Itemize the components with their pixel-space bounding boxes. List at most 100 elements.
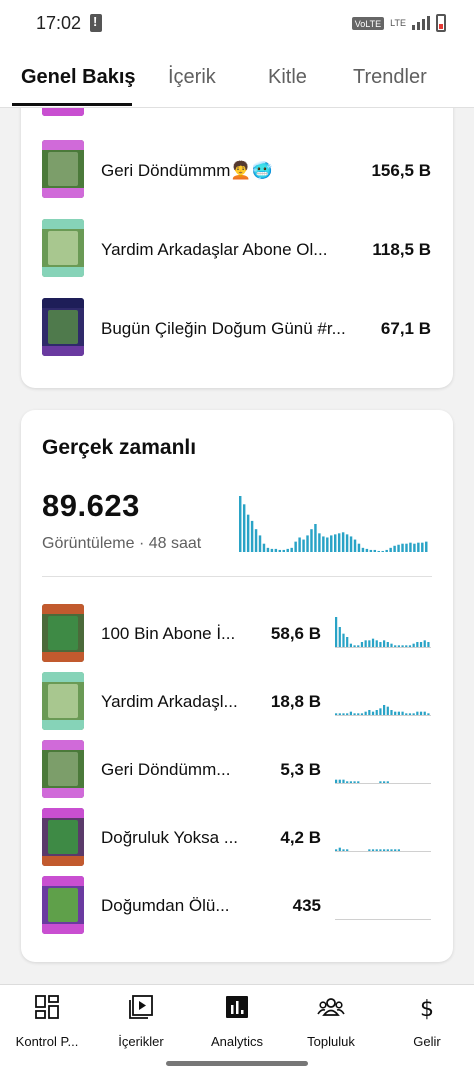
hourly-views-bar — [262, 543, 266, 552]
sparkline-bar — [427, 713, 430, 715]
sparkline-bar — [371, 849, 375, 851]
sparkline-bar — [394, 645, 397, 647]
status-time: 17:02 — [36, 13, 82, 33]
hourly-views-bar — [361, 547, 365, 552]
hourly-views-bar — [417, 542, 420, 552]
sparkline-bar — [364, 640, 367, 647]
sparkline-bar — [368, 710, 371, 715]
hourly-views-bar — [239, 496, 242, 552]
tab-bar: Genel Bakış İçerik Kitle Trendler — [0, 46, 474, 108]
video-sparkline — [335, 705, 431, 716]
tab-overview[interactable]: Genel Bakış — [21, 66, 136, 89]
hourly-views-bar — [322, 536, 325, 552]
sparkline-bar — [342, 633, 345, 647]
realtime-card: Gerçek zamanlı 89.623 Görüntüleme · 48 s… — [21, 410, 453, 962]
hourly-views-bar — [377, 550, 380, 552]
nav-community[interactable]: Topluluk — [286, 993, 376, 1049]
sparkline-bar — [386, 849, 389, 851]
hourly-views-bar — [294, 541, 297, 552]
nav-content[interactable]: İçerikler — [96, 993, 186, 1049]
tab-content[interactable]: İçerik — [168, 66, 216, 89]
active-tab-indicator — [12, 103, 132, 106]
home-indicator[interactable] — [166, 1061, 308, 1066]
sparkline-bar — [423, 711, 426, 715]
nav-analytics[interactable]: Analytics — [192, 993, 282, 1049]
video-views: 67,1 B — [380, 319, 431, 338]
video-thumbnail — [42, 672, 84, 730]
tab-audience[interactable]: Kitle — [268, 66, 307, 89]
sparkline-bar — [357, 713, 360, 715]
svg-text:$: $ — [420, 997, 434, 1021]
sparkline-bar — [335, 849, 338, 851]
sparkline-bar — [338, 779, 341, 783]
sparkline-bar — [335, 779, 338, 783]
sparkline-bar — [379, 849, 382, 851]
nav-label: Kontrol P... — [15, 1034, 79, 1049]
video-title: Yardim Arkadaşlar Abone Ol... — [101, 240, 328, 259]
sparkline-bar — [427, 642, 430, 647]
hourly-views-bar — [405, 543, 408, 552]
divider — [42, 576, 432, 577]
sparkline-bar — [342, 713, 345, 715]
sparkline-bar — [405, 713, 408, 715]
sparkline-bar — [349, 711, 352, 715]
nav-earn[interactable]: $ Gelir — [382, 993, 472, 1049]
sparkline-bar — [416, 642, 419, 647]
hourly-views-bar — [369, 549, 373, 552]
lte-icon: LTE — [390, 18, 406, 28]
video-thumbnail — [42, 298, 84, 356]
sparkline-bar — [408, 645, 412, 647]
hourly-views-bar — [314, 524, 317, 552]
sparkline-bar — [342, 779, 345, 783]
sparkline-bar — [357, 781, 360, 783]
video-thumbnail — [42, 740, 84, 798]
nav-dashboard[interactable]: Kontrol P... — [2, 993, 92, 1049]
realtime-bar-chart[interactable] — [239, 496, 429, 552]
sparkline-bar — [397, 645, 400, 647]
video-views: 5,3 B — [280, 760, 321, 779]
sparkline-bar — [383, 640, 386, 647]
realtime-subtitle: Görüntüleme · 48 saat — [42, 535, 202, 552]
video-title: Doğumdan Ölü... — [101, 896, 230, 915]
hourly-views-bar — [334, 534, 337, 552]
hourly-views-bar — [290, 547, 293, 552]
analytics-scroll-area[interactable]: Geri Döndümmm🧑‍🦱🥶 156,5 B Yardim Arkadaş… — [0, 108, 474, 984]
sparkline-bar — [390, 643, 393, 647]
sparkline-bar — [383, 849, 386, 851]
hourly-views-bar — [318, 533, 321, 552]
hourly-views-bar — [421, 542, 424, 552]
battery-icon — [436, 14, 446, 32]
video-sparkline — [335, 919, 431, 920]
sparkline-bar — [346, 713, 349, 715]
hourly-views-bar — [254, 529, 258, 552]
hourly-views-bar — [298, 537, 301, 552]
video-title: Geri Döndümmm🧑‍🦱🥶 — [101, 161, 273, 180]
hourly-views-bar — [425, 541, 428, 552]
hourly-views-bar — [242, 504, 246, 552]
sparkline-bar — [386, 642, 389, 647]
hourly-views-bar — [345, 534, 349, 552]
video-thumbnail — [42, 876, 84, 934]
hourly-views-bar — [274, 548, 278, 552]
sparkline-bar — [360, 713, 364, 715]
sparkline-bar — [394, 849, 397, 851]
sparkline-bar — [412, 643, 415, 647]
sparkline-bar — [346, 781, 349, 783]
hourly-views-bar — [250, 520, 254, 552]
sparkline-bar — [338, 713, 341, 715]
tab-trends[interactable]: Trendler — [353, 66, 427, 89]
video-sparkline — [335, 779, 431, 784]
sparkline-bar — [386, 706, 389, 715]
earn-icon: $ — [420, 997, 434, 1022]
hourly-views-bar — [341, 532, 345, 552]
sparkline-bar — [364, 711, 367, 715]
sparkline-bar — [419, 642, 423, 647]
hourly-views-bar — [385, 549, 388, 552]
video-thumbnail — [42, 808, 84, 866]
sparkline-bar — [416, 711, 419, 715]
hourly-views-bar — [365, 548, 369, 552]
sparkline-bar — [338, 847, 341, 851]
sparkline-bar — [371, 711, 375, 715]
video-views: 58,6 B — [270, 624, 321, 643]
sparkline-bar — [405, 645, 408, 647]
